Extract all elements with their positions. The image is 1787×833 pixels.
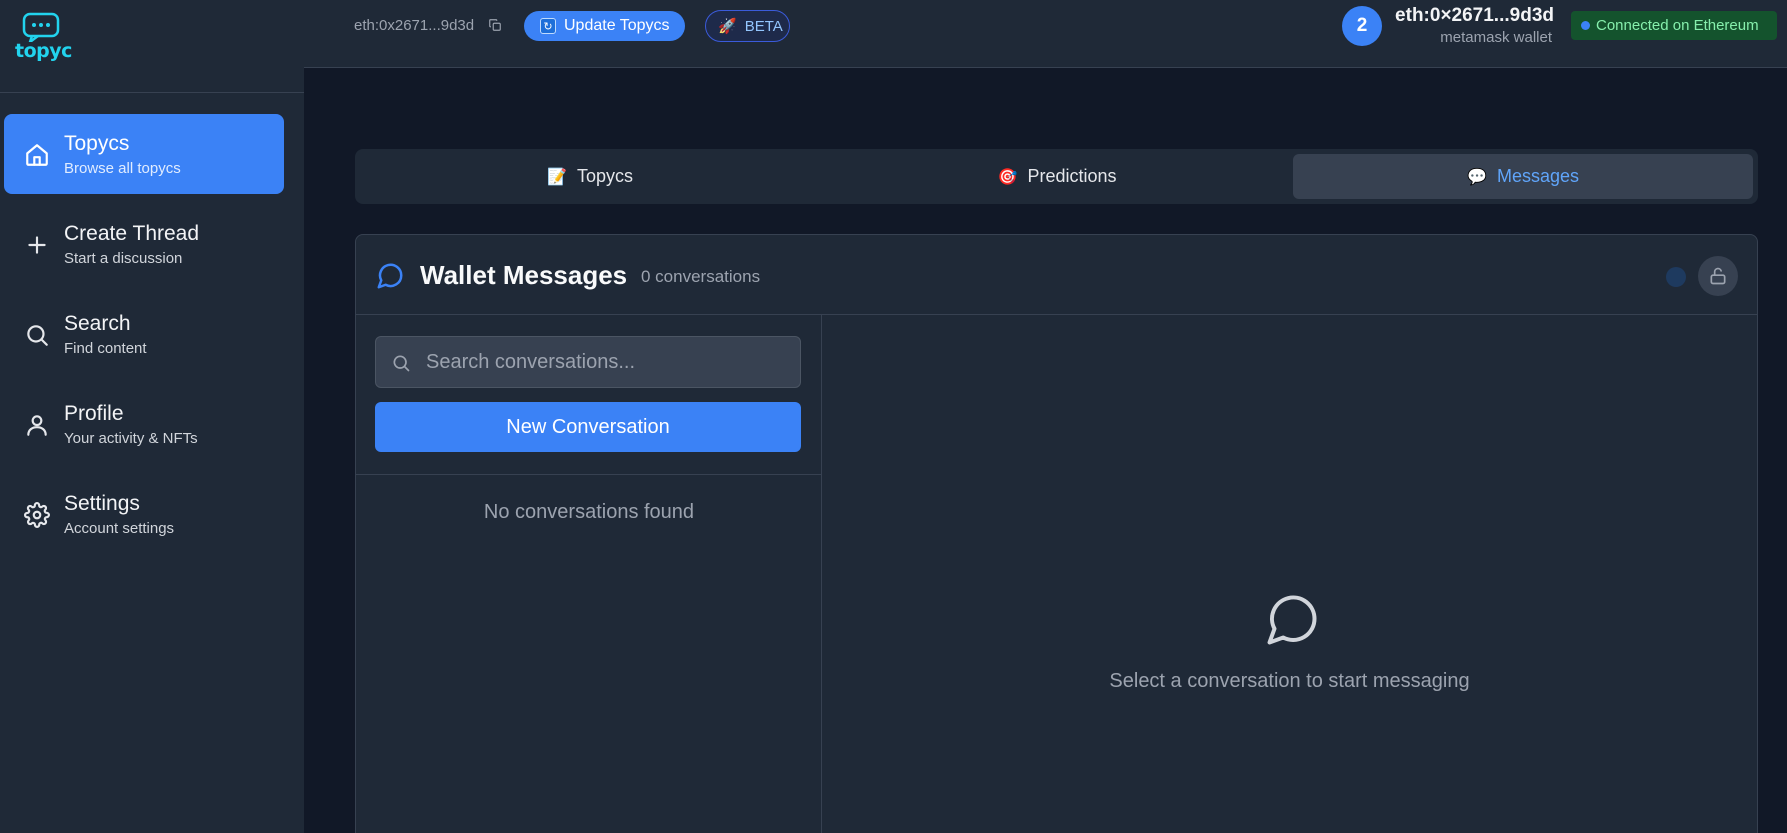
speech-bubble-icon: 💬 <box>1467 168 1487 186</box>
sidebar-item-title: Topycs <box>64 132 130 155</box>
update-topycs-label: Update Topycs <box>564 17 670 34</box>
logo-text: topyc <box>15 40 72 62</box>
copy-icon[interactable] <box>488 18 502 32</box>
panel-header: Wallet Messages 0 conversations <box>356 235 1757 315</box>
target-icon: 🎯 <box>997 168 1018 186</box>
status-dot-icon <box>1581 21 1590 30</box>
sidebar-item-subtitle: Browse all topycs <box>64 160 181 177</box>
refresh-icon: ↻ <box>540 18 556 34</box>
empty-list-text: No conversations found <box>483 501 695 523</box>
sidebar-item-title: Profile <box>64 402 124 425</box>
sidebar-item-subtitle: Find content <box>64 340 147 357</box>
unlock-button[interactable] <box>1698 256 1738 296</box>
memo-icon: 📝 <box>547 168 567 186</box>
home-icon <box>26 144 48 166</box>
search-input[interactable] <box>426 337 786 387</box>
gear-icon <box>24 502 50 528</box>
sidebar-item-subtitle: Account settings <box>64 520 175 537</box>
sidebar-item-title: Search <box>64 312 131 335</box>
conversation-list: New Conversation No conversations found <box>356 315 822 833</box>
list-divider <box>356 474 822 475</box>
sidebar-item-create-thread[interactable]: Create Thread Start a discussion <box>4 204 284 284</box>
short-wallet-address: eth:0x2671...9d3d <box>354 17 475 34</box>
wallet-address: eth:0×2671...9d3d <box>1395 5 1554 26</box>
conversation-count: 0 conversations <box>641 267 761 286</box>
tab-bar: 📝 Topycs 🎯 Predictions 💬 Messages <box>355 149 1758 204</box>
connection-status-badge: Connected on Ethereum <box>1571 11 1777 40</box>
beta-badge: 🚀 BETA <box>705 10 790 42</box>
search-icon <box>393 355 410 372</box>
sidebar-item-title: Create Thread <box>64 222 200 245</box>
panel-title: Wallet Messages <box>420 260 628 290</box>
top-bar: eth:0x2671...9d3d ↻ Update Topycs 🚀 BETA… <box>304 0 1787 68</box>
topyc-logo[interactable]: topyc <box>14 12 72 64</box>
tab-predictions[interactable]: 🎯 Predictions <box>827 154 1287 199</box>
sidebar: topyc Topycs Browse all topycs Create Th… <box>0 0 304 833</box>
rocket-icon: 🚀 <box>718 18 737 35</box>
new-conversation-button[interactable]: New Conversation <box>375 402 801 452</box>
connection-indicator <box>1666 267 1686 287</box>
connection-status-text: Connected on Ethereum <box>1596 17 1759 34</box>
avatar-count: 2 <box>1356 15 1368 36</box>
search-icon <box>27 325 48 346</box>
sidebar-item-subtitle: Your activity & NFTs <box>64 430 198 447</box>
tab-topycs[interactable]: 📝 Topycs <box>360 154 820 199</box>
wallet-type: metamask wallet <box>1440 29 1552 46</box>
sidebar-divider <box>0 92 304 93</box>
sidebar-item-title: Settings <box>64 492 140 515</box>
sidebar-item-search[interactable]: Search Find content <box>4 294 284 374</box>
chat-logo-icon <box>22 12 60 42</box>
tab-messages[interactable]: 💬 Messages <box>1293 154 1753 199</box>
sidebar-item-settings[interactable]: Settings Account settings <box>4 474 284 554</box>
update-topycs-button[interactable]: ↻ Update Topycs <box>524 11 685 41</box>
tab-label: Predictions <box>1027 166 1117 186</box>
search-conversations[interactable] <box>375 336 801 388</box>
message-circle-icon <box>377 263 403 289</box>
wallet-messages-panel: Wallet Messages 0 conversations New Conv… <box>355 234 1758 833</box>
unlock-icon <box>1710 267 1726 285</box>
plus-icon <box>28 236 46 254</box>
empty-state-text: Select a conversation to start messaging <box>1109 670 1470 692</box>
sidebar-item-profile[interactable]: Profile Your activity & NFTs <box>4 384 284 464</box>
tab-label: Messages <box>1496 166 1580 186</box>
beta-label: BETA <box>744 17 783 35</box>
tab-label: Topycs <box>576 166 634 186</box>
avatar[interactable]: 2 <box>1342 6 1382 46</box>
user-icon <box>27 415 47 436</box>
conversation-empty-state: Select a conversation to start messaging <box>822 315 1757 833</box>
sidebar-item-topycs[interactable]: Topycs Browse all topycs <box>4 114 284 194</box>
message-circle-icon <box>1267 595 1317 645</box>
sidebar-item-subtitle: Start a discussion <box>64 250 183 267</box>
